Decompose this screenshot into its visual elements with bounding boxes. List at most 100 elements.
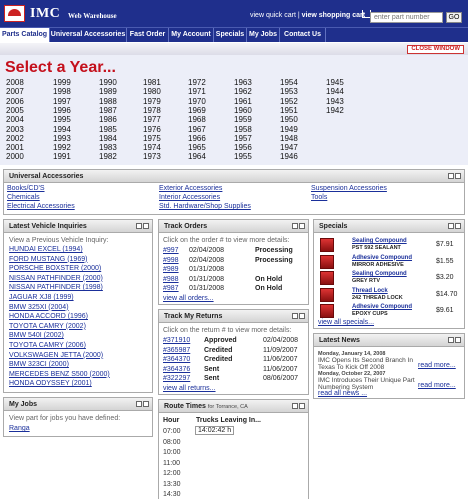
year-link-1991[interactable]: 1991: [53, 152, 71, 161]
special-name-link[interactable]: Sealing Compound: [352, 238, 407, 244]
vehicle-inquiry-link[interactable]: TOYOTA CAMRY (2002): [9, 323, 86, 330]
vehicle-inquiry-link[interactable]: NISSAN PATHFINDER (1998): [9, 284, 103, 291]
year-link-1958[interactable]: 1958: [234, 125, 252, 134]
year-link-2003[interactable]: 2003: [6, 125, 24, 134]
year-link-2004[interactable]: 2004: [6, 115, 24, 124]
year-link-1950[interactable]: 1950: [280, 115, 298, 124]
view-quick-cart-link[interactable]: view quick cart: [250, 12, 296, 19]
order-number-link[interactable]: #989: [163, 266, 179, 273]
vehicle-inquiry-link[interactable]: BMW 325XI (2004): [9, 304, 69, 311]
year-link-1975[interactable]: 1975: [143, 134, 161, 143]
year-link-1995[interactable]: 1995: [53, 115, 71, 124]
year-link-1967[interactable]: 1967: [188, 125, 206, 134]
vehicle-inquiry-link[interactable]: HUNDAI EXCEL (1994): [9, 246, 83, 253]
year-link-2001[interactable]: 2001: [6, 143, 24, 152]
year-link-1992[interactable]: 1992: [53, 143, 71, 152]
year-link-2005[interactable]: 2005: [6, 106, 24, 115]
vehicle-inquiry-link[interactable]: HONDA ACCORD (1996): [9, 313, 88, 320]
year-link-1978[interactable]: 1978: [143, 106, 161, 115]
year-link-2002[interactable]: 2002: [6, 134, 24, 143]
year-link-1944[interactable]: 1944: [326, 87, 344, 96]
tab-contact-us[interactable]: Contact Us: [280, 28, 326, 42]
return-number-link[interactable]: #322297: [163, 375, 190, 382]
year-link-2006[interactable]: 2006: [6, 97, 24, 106]
year-link-1982[interactable]: 1982: [99, 152, 117, 161]
panel-controls-icon[interactable]: [447, 223, 461, 230]
job-link-ranga[interactable]: Ranga: [9, 425, 30, 432]
special-name-link[interactable]: Adhesive Compound: [352, 255, 412, 261]
product-thumbnail-icon[interactable]: [320, 271, 334, 285]
view-shopping-cart-link[interactable]: view shopping cart: [302, 12, 365, 19]
year-link-1994[interactable]: 1994: [53, 125, 71, 134]
year-link-1986[interactable]: 1986: [99, 115, 117, 124]
year-link-1996[interactable]: 1996: [53, 106, 71, 115]
year-link-1999[interactable]: 1999: [53, 78, 71, 87]
vehicle-inquiry-link[interactable]: TOYOTA CAMRY (2006): [9, 342, 86, 349]
year-link-1952[interactable]: 1952: [280, 97, 298, 106]
year-link-1987[interactable]: 1987: [99, 106, 117, 115]
ua-link-suspension[interactable]: Suspension Accessories: [311, 185, 387, 192]
tab-fast-order[interactable]: Fast Order: [127, 28, 169, 42]
year-link-1946[interactable]: 1946: [280, 152, 298, 161]
year-link-1993[interactable]: 1993: [53, 134, 71, 143]
tab-specials[interactable]: Specials: [214, 28, 247, 42]
order-number-link[interactable]: #998: [163, 257, 179, 264]
year-link-1971[interactable]: 1971: [188, 87, 206, 96]
panel-controls-icon[interactable]: [291, 223, 305, 230]
special-name-link[interactable]: Thread Lock: [352, 288, 388, 294]
year-link-1981[interactable]: 1981: [143, 78, 161, 87]
year-link-1960[interactable]: 1960: [234, 106, 252, 115]
year-link-1945[interactable]: 1945: [326, 78, 344, 87]
year-link-1980[interactable]: 1980: [143, 87, 161, 96]
panel-controls-icon[interactable]: [447, 337, 461, 344]
ua-link-exterior[interactable]: Exterior Accessories: [159, 185, 222, 192]
year-link-1984[interactable]: 1984: [99, 134, 117, 143]
order-number-link[interactable]: #987: [163, 285, 179, 292]
year-link-1985[interactable]: 1985: [99, 125, 117, 134]
year-link-1954[interactable]: 1954: [280, 78, 298, 87]
order-number-link[interactable]: #997: [163, 247, 179, 254]
panel-controls-icon[interactable]: [447, 173, 461, 180]
return-number-link[interactable]: #365987: [163, 347, 190, 354]
year-link-1959[interactable]: 1959: [234, 115, 252, 124]
year-link-1966[interactable]: 1966: [188, 134, 206, 143]
year-link-1973[interactable]: 1973: [143, 152, 161, 161]
return-number-link[interactable]: #364370: [163, 356, 190, 363]
vehicle-inquiry-link[interactable]: FORD MUSTANG (1969): [9, 256, 87, 263]
year-link-1948[interactable]: 1948: [280, 134, 298, 143]
tab-my-jobs[interactable]: My Jobs: [247, 28, 280, 42]
return-number-link[interactable]: #371910: [163, 337, 190, 344]
panel-controls-icon[interactable]: [135, 223, 149, 230]
vehicle-inquiry-link[interactable]: MERCEDES BENZ S500 (2000): [9, 371, 110, 378]
year-link-1961[interactable]: 1961: [234, 97, 252, 106]
product-thumbnail-icon[interactable]: [320, 238, 334, 252]
ua-link-electrical[interactable]: Electrical Accessories: [7, 203, 75, 210]
vehicle-inquiry-link[interactable]: PORSCHE BOXSTER (2000): [9, 265, 101, 272]
year-link-1968[interactable]: 1968: [188, 115, 206, 124]
year-link-1988[interactable]: 1988: [99, 97, 117, 106]
imc-logo-icon[interactable]: [4, 5, 25, 22]
vehicle-inquiry-link[interactable]: BMW 323CI (2000): [9, 361, 69, 368]
special-name-link[interactable]: Adhesive Compound: [352, 304, 412, 310]
ua-link-hardware[interactable]: Std. Hardware/Shop Supplies: [159, 203, 251, 210]
panel-controls-icon[interactable]: [291, 313, 305, 320]
year-link-2007[interactable]: 2007: [6, 87, 24, 96]
year-link-1963[interactable]: 1963: [234, 78, 252, 87]
year-link-1998[interactable]: 1998: [53, 87, 71, 96]
year-link-1976[interactable]: 1976: [143, 125, 161, 134]
year-link-2000[interactable]: 2000: [6, 152, 24, 161]
product-thumbnail-icon[interactable]: [320, 287, 334, 302]
year-link-2008[interactable]: 2008: [6, 78, 24, 87]
year-link-1956[interactable]: 1956: [234, 143, 252, 152]
year-link-1947[interactable]: 1947: [280, 143, 298, 152]
year-link-1951[interactable]: 1951: [280, 106, 298, 115]
tab-parts-catalog[interactable]: Parts Catalog: [0, 28, 50, 42]
tab-universal-accessories[interactable]: Universal Accessories: [50, 28, 127, 42]
vehicle-inquiry-link[interactable]: HONDA ODYSSEY (2001): [9, 380, 92, 387]
part-number-search-input[interactable]: [370, 12, 443, 23]
year-link-1943[interactable]: 1943: [326, 97, 344, 106]
special-name-link[interactable]: Sealing Compound: [352, 271, 407, 277]
year-link-1970[interactable]: 1970: [188, 97, 206, 106]
product-thumbnail-icon[interactable]: [320, 254, 334, 269]
year-link-1949[interactable]: 1949: [280, 125, 298, 134]
